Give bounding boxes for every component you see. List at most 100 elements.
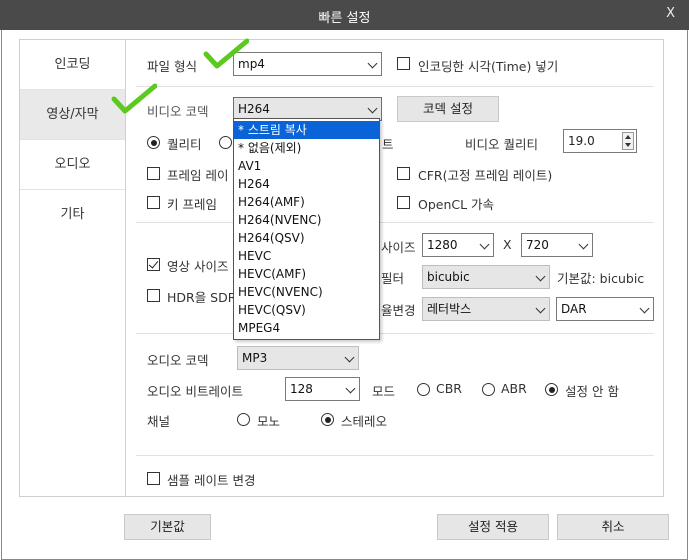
chevron-down-icon bbox=[344, 352, 355, 363]
mode-abr-radio[interactable] bbox=[482, 383, 495, 396]
video-quality-label: 비디오 퀄리티 bbox=[465, 137, 538, 152]
filter-default-text: 기본값: bicubic bbox=[557, 271, 645, 286]
audio-bitrate-select[interactable]: 128 bbox=[285, 377, 360, 401]
mode-cbr-radio[interactable] bbox=[417, 383, 430, 396]
tab-etc[interactable]: 기타 bbox=[20, 190, 125, 240]
default-button[interactable]: 기본값 bbox=[124, 514, 211, 540]
spinner-arrows-icon[interactable] bbox=[622, 132, 634, 150]
separator bbox=[136, 455, 654, 456]
channel-label: 채널 bbox=[147, 414, 171, 429]
separator bbox=[136, 222, 654, 223]
opencl-label: OpenCL 가속 bbox=[418, 197, 495, 212]
chevron-down-icon bbox=[367, 103, 378, 114]
tab-audio[interactable]: 오디오 bbox=[20, 140, 125, 190]
mode-none-label: 설정 안 함 bbox=[565, 384, 619, 399]
chevron-down-icon bbox=[535, 271, 546, 282]
opencl-checkbox[interactable] bbox=[397, 196, 410, 209]
file-format-select[interactable]: mp4 bbox=[233, 52, 382, 76]
mode-abr-label: ABR bbox=[501, 381, 527, 396]
audio-codec-label: 오디오 코덱 bbox=[147, 353, 209, 368]
width-value: 1280 bbox=[427, 238, 458, 252]
chevron-down-icon bbox=[367, 58, 378, 69]
tab-video-subtitle[interactable]: 영상/자막 bbox=[20, 90, 125, 140]
codec-option[interactable]: H264(QSV) bbox=[234, 229, 379, 247]
filter-value: bicubic bbox=[427, 270, 470, 284]
codec-option[interactable]: HEVC bbox=[234, 247, 379, 265]
channel-stereo-radio[interactable] bbox=[321, 413, 334, 426]
height-value: 720 bbox=[526, 238, 549, 252]
mode-none-radio[interactable] bbox=[545, 383, 558, 396]
check-mark-icon bbox=[111, 83, 157, 114]
codec-option[interactable]: H264 bbox=[234, 175, 379, 193]
aspect-mode-value: 레터박스 bbox=[427, 302, 472, 316]
quality-label: 퀄리티 bbox=[167, 137, 202, 152]
chevron-down-icon bbox=[535, 303, 546, 314]
aspect-ratio-value: DAR bbox=[561, 302, 587, 316]
codec-option[interactable]: H264(AMF) bbox=[234, 193, 379, 211]
cancel-button[interactable]: 취소 bbox=[557, 514, 669, 540]
chevron-down-icon bbox=[639, 303, 650, 314]
filter-select[interactable]: bicubic bbox=[422, 265, 550, 289]
audio-codec-select[interactable]: MP3 bbox=[237, 346, 359, 370]
video-codec-dropdown[interactable]: * 스트림 복사 * 없음(제외) AV1 H264 H264(AMF) H26… bbox=[233, 118, 380, 340]
codec-settings-button[interactable]: 코덱 설정 bbox=[397, 96, 499, 122]
audio-codec-value: MP3 bbox=[242, 351, 268, 365]
apply-button[interactable]: 설정 적용 bbox=[437, 514, 549, 540]
codec-option[interactable]: HEVC(AMF) bbox=[234, 265, 379, 283]
separator bbox=[136, 333, 654, 334]
audio-bitrate-label: 오디오 비트레이트 bbox=[147, 384, 243, 399]
hdr-label: HDR을 SDR bbox=[167, 290, 237, 305]
aspect-ratio-select[interactable]: DAR bbox=[556, 297, 654, 321]
sample-rate-label: 샘플 레이트 변경 bbox=[167, 473, 256, 488]
hdr-checkbox[interactable] bbox=[147, 289, 160, 302]
file-format-label: 파일 형식 bbox=[147, 59, 197, 74]
check-mark-icon bbox=[203, 38, 249, 69]
tab-encoding[interactable]: 인코딩 bbox=[20, 40, 125, 90]
codec-option[interactable]: * 없음(제외) bbox=[234, 139, 379, 157]
insert-time-checkbox[interactable] bbox=[397, 57, 410, 70]
mode-cbr-label: CBR bbox=[436, 381, 462, 396]
height-select[interactable]: 720 bbox=[521, 233, 593, 257]
cfr-checkbox[interactable] bbox=[397, 167, 410, 180]
window-title: 빠른 설정 bbox=[318, 11, 371, 26]
keyframe-checkbox[interactable] bbox=[147, 196, 160, 209]
tab-list: 인코딩 영상/자막 오디오 기타 bbox=[19, 39, 126, 497]
codec-option[interactable]: MPEG4 bbox=[234, 319, 379, 337]
size-label: 사이즈 bbox=[381, 240, 416, 255]
resize-checkbox[interactable] bbox=[147, 258, 160, 271]
channel-mono-label: 모노 bbox=[257, 414, 281, 429]
frame-rate-checkbox[interactable] bbox=[147, 167, 160, 180]
bitrate-radio[interactable] bbox=[219, 136, 232, 149]
codec-option[interactable]: AV1 bbox=[234, 157, 379, 175]
codec-option[interactable]: H264(NVENC) bbox=[234, 211, 379, 229]
codec-option[interactable]: HEVC(QSV) bbox=[234, 301, 379, 319]
insert-time-label: 인코딩한 시각(Time) 넣기 bbox=[418, 59, 559, 74]
chevron-down-icon bbox=[345, 383, 356, 394]
title-bar: 빠른 설정 X bbox=[0, 0, 689, 30]
audio-mode-label: 모드 bbox=[372, 384, 396, 399]
size-separator: X bbox=[503, 237, 512, 252]
bitrate-label-fragment: 트 bbox=[382, 137, 394, 152]
separator bbox=[136, 86, 654, 87]
close-button[interactable]: X bbox=[666, 6, 675, 21]
channel-stereo-label: 스테레오 bbox=[341, 414, 388, 429]
channel-mono-radio[interactable] bbox=[237, 413, 250, 426]
width-select[interactable]: 1280 bbox=[422, 233, 494, 257]
codec-option[interactable]: * 스트림 복사 bbox=[234, 121, 379, 139]
sample-rate-checkbox[interactable] bbox=[147, 472, 160, 485]
chevron-down-icon bbox=[578, 239, 589, 250]
aspect-mode-select[interactable]: 레터박스 bbox=[422, 297, 550, 321]
chevron-down-icon bbox=[479, 239, 490, 250]
cfr-label: CFR(고정 프레임 레이트) bbox=[418, 168, 553, 183]
resize-label: 영상 사이즈 bbox=[167, 259, 229, 274]
codec-option[interactable]: HEVC(NVENC) bbox=[234, 283, 379, 301]
quality-radio[interactable] bbox=[147, 136, 160, 149]
filter-label: 필터 bbox=[381, 271, 405, 286]
video-codec-value: H264 bbox=[238, 102, 270, 116]
video-quality-spinner[interactable]: 19.0 bbox=[563, 129, 637, 153]
video-quality-value: 19.0 bbox=[568, 134, 595, 148]
frame-rate-label: 프레임 레이 bbox=[167, 168, 229, 183]
audio-bitrate-value: 128 bbox=[290, 382, 313, 396]
aspect-label: 율변경 bbox=[381, 303, 416, 318]
keyframe-label: 키 프레임 bbox=[167, 197, 217, 212]
